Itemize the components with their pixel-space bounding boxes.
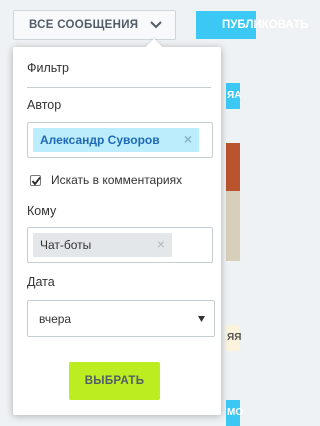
- feed-strip-blue-2: МО: [226, 400, 244, 426]
- feed-strip-pale: ЯЯ: [226, 325, 242, 351]
- chevron-down-icon: [150, 21, 162, 29]
- date-select[interactable]: вчера: [27, 300, 215, 337]
- feed-image-strip: [226, 191, 240, 261]
- author-tag: Александр Суворов ×: [33, 128, 199, 152]
- filter-button-label: ВСЕ СООБЩЕНИЯ: [29, 19, 139, 31]
- feed-fragment: ЯА: [227, 90, 242, 101]
- feed-fragment: ЯЯ: [227, 332, 242, 343]
- dropdown-arrow-icon: [198, 316, 205, 322]
- apply-filter-button[interactable]: ВЫБРАТЬ: [69, 362, 160, 400]
- checkmark-icon: [31, 176, 41, 185]
- close-icon[interactable]: ×: [184, 131, 192, 147]
- filter-divider: [27, 87, 211, 88]
- author-label: Автор: [27, 98, 62, 112]
- topbar: ВСЕ СООБЩЕНИЯ ПУБЛИКОВАТЬ: [0, 0, 308, 46]
- author-tag-label: Александр Суворов: [40, 133, 160, 147]
- recipient-tag-label: Чат-боты: [40, 238, 92, 252]
- feed-image-strip: [226, 143, 240, 191]
- all-messages-filter-button[interactable]: ВСЕ СООБЩЕНИЯ: [13, 10, 176, 40]
- search-in-comments-label: Искать в комментариях: [51, 173, 183, 187]
- recipient-tag: Чат-боты ×: [33, 233, 172, 257]
- filter-title: Фильтр: [27, 61, 69, 75]
- close-icon[interactable]: ×: [157, 236, 165, 252]
- search-in-comments-row[interactable]: Искать в комментариях: [30, 173, 182, 187]
- date-label: Дата: [27, 275, 55, 289]
- filter-popup: Фильтр Автор Александр Суворов × Искать …: [13, 38, 221, 415]
- post-button-label: ПУБЛИКОВАТЬ: [222, 19, 309, 31]
- date-select-value: вчера: [39, 311, 72, 326]
- author-field[interactable]: Александр Суворов ×: [27, 122, 213, 158]
- apply-button-label: ВЫБРАТЬ: [84, 375, 145, 387]
- recipient-label: Кому: [27, 204, 57, 218]
- feed-strip-blue-1: ЯА: [226, 83, 242, 109]
- post-button[interactable]: ПУБЛИКОВАТЬ: [196, 11, 308, 39]
- recipient-field[interactable]: Чат-боты ×: [27, 227, 213, 263]
- search-in-comments-checkbox[interactable]: [30, 174, 41, 186]
- feed-fragment: МО: [227, 407, 244, 418]
